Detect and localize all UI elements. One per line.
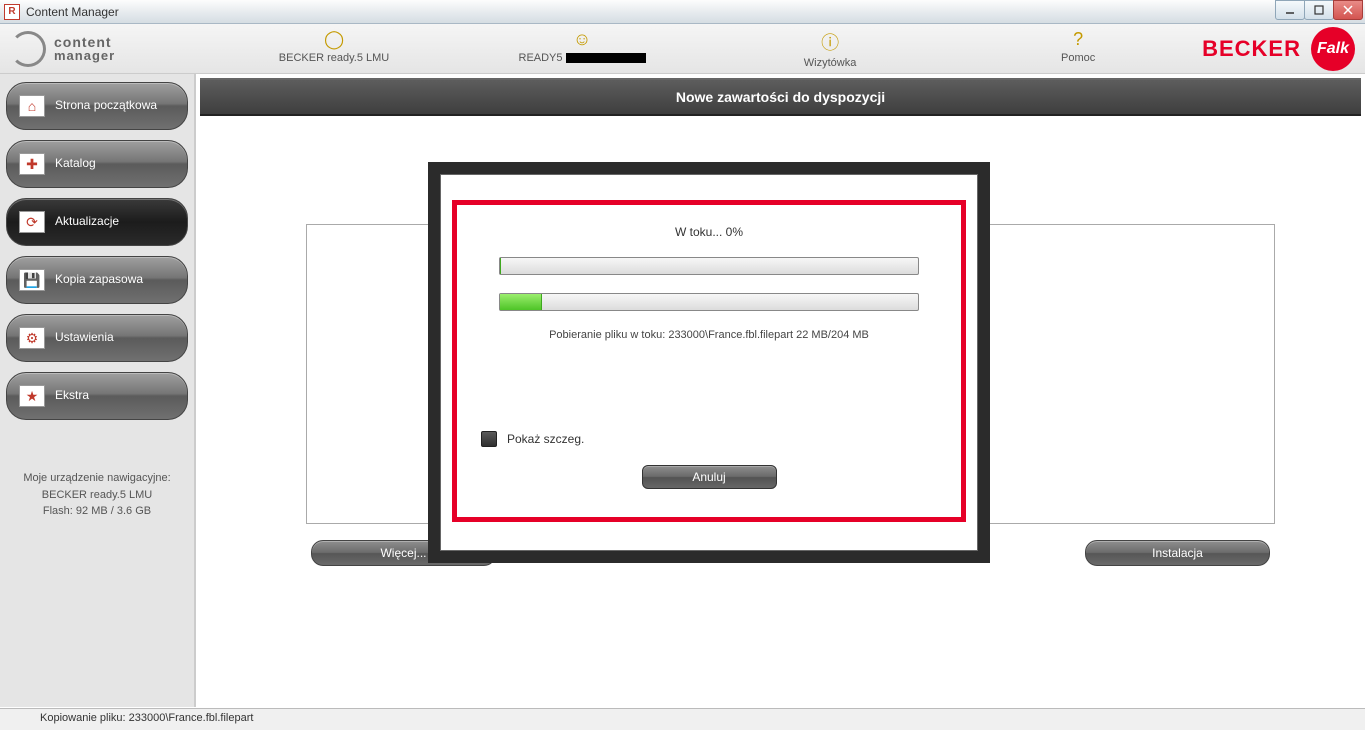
topnav-ready5[interactable]: ☺ READY5 <box>458 29 706 69</box>
sidebar-item-label: Strona początkowa <box>55 99 157 113</box>
refresh-icon <box>10 31 46 67</box>
home-icon: ⌂ <box>19 95 45 117</box>
device-info-line: BECKER ready.5 LMU <box>10 487 184 504</box>
file-progress-fill <box>500 294 542 310</box>
progress-modal: W toku... 0% Pobieranie pliku w toku: 23… <box>440 174 978 551</box>
gear-icon: ⚙ <box>19 327 45 349</box>
window-titlebar: R Content Manager <box>0 0 1365 24</box>
body-wrap: ⌂ Strona początkowa ✚ Katalog ⟳ Aktualiz… <box>0 74 1365 707</box>
topnav-wizytowka[interactable]: ⓘ Wizytówka <box>706 29 954 69</box>
info-icon: ⓘ <box>821 29 839 55</box>
sidebar-item-katalog[interactable]: ✚ Katalog <box>6 140 188 188</box>
progress-label: W toku... 0% <box>476 225 942 239</box>
sidebar-item-aktualizacje[interactable]: ⟳ Aktualizacje <box>6 198 188 246</box>
details-row: Pokaż szczeg. <box>481 431 942 447</box>
topnav-pomoc-label: Pomoc <box>1061 52 1095 64</box>
overall-progress-fill <box>500 258 501 274</box>
download-status-text: Pobieranie pliku w toku: 233000\France.f… <box>476 329 942 341</box>
topnav-wizytowka-label: Wizytówka <box>804 57 857 69</box>
circle-icon: ◯ <box>324 29 344 50</box>
sidebar-item-label: Ekstra <box>55 389 89 403</box>
maximize-button[interactable] <box>1304 0 1334 20</box>
minimize-button[interactable] <box>1275 0 1305 20</box>
sidebar-item-label: Katalog <box>55 157 96 171</box>
overall-progress-bar <box>499 257 919 275</box>
sidebar-item-label: Ustawienia <box>55 331 114 345</box>
help-icon: ? <box>1073 29 1083 50</box>
sidebar-item-label: Kopia zapasowa <box>55 273 143 287</box>
device-info: Moje urządzenie nawigacyjne: BECKER read… <box>6 470 188 520</box>
top-toolbar: content manager ◯ BECKER ready.5 LMU ☺ R… <box>0 24 1365 74</box>
close-button[interactable] <box>1333 0 1363 20</box>
app-icon: R <box>4 4 20 20</box>
app-logo-text: content manager <box>54 35 115 62</box>
cancel-button[interactable]: Anuluj <box>642 465 777 489</box>
app-logo: content manager <box>10 31 210 67</box>
window-controls <box>1276 0 1363 20</box>
install-button[interactable]: Instalacja <box>1085 540 1270 566</box>
modal-inner: W toku... 0% Pobieranie pliku w toku: 23… <box>441 175 977 509</box>
status-bar: Kopiowanie pliku: 233000\France.fbl.file… <box>0 708 1365 730</box>
main-content: Nowe zawartości do dyspozycji Więcej... … <box>196 74 1365 707</box>
topnav-ready5-label: READY5 <box>519 52 646 64</box>
top-navigation: ◯ BECKER ready.5 LMU ☺ READY5 ⓘ Wizytówk… <box>210 29 1202 69</box>
device-info-line: Moje urządzenie nawigacyjne: <box>10 470 184 487</box>
show-details-label: Pokaż szczeg. <box>507 432 584 446</box>
becker-logo: BECKER <box>1202 36 1301 62</box>
redacted-text <box>566 53 646 63</box>
sidebar-item-ekstra[interactable]: ★ Ekstra <box>6 372 188 420</box>
sidebar-item-ustawienia[interactable]: ⚙ Ustawienia <box>6 314 188 362</box>
sidebar-item-kopia[interactable]: 💾 Kopia zapasowa <box>6 256 188 304</box>
falk-logo: Falk <box>1311 27 1355 71</box>
person-icon: ☺ <box>573 29 591 50</box>
star-icon: ★ <box>19 385 45 407</box>
status-text: Kopiowanie pliku: 233000\France.fbl.file… <box>40 712 253 724</box>
brand-area: BECKER Falk <box>1202 27 1355 71</box>
sidebar: ⌂ Strona początkowa ✚ Katalog ⟳ Aktualiz… <box>0 74 196 707</box>
file-progress-bar <box>499 293 919 311</box>
window-title: Content Manager <box>26 5 119 19</box>
show-details-checkbox[interactable] <box>481 431 497 447</box>
sidebar-item-label: Aktualizacje <box>55 215 119 229</box>
topnav-pomoc[interactable]: ? Pomoc <box>954 29 1202 69</box>
globe-icon: ✚ <box>19 153 45 175</box>
sidebar-item-home[interactable]: ⌂ Strona początkowa <box>6 82 188 130</box>
device-info-line: Flash: 92 MB / 3.6 GB <box>10 503 184 520</box>
topnav-device-label: BECKER ready.5 LMU <box>279 52 389 64</box>
save-icon: 💾 <box>19 269 45 291</box>
update-icon: ⟳ <box>19 211 45 233</box>
page-title: Nowe zawartości do dyspozycji <box>200 78 1361 116</box>
topnav-device[interactable]: ◯ BECKER ready.5 LMU <box>210 29 458 69</box>
